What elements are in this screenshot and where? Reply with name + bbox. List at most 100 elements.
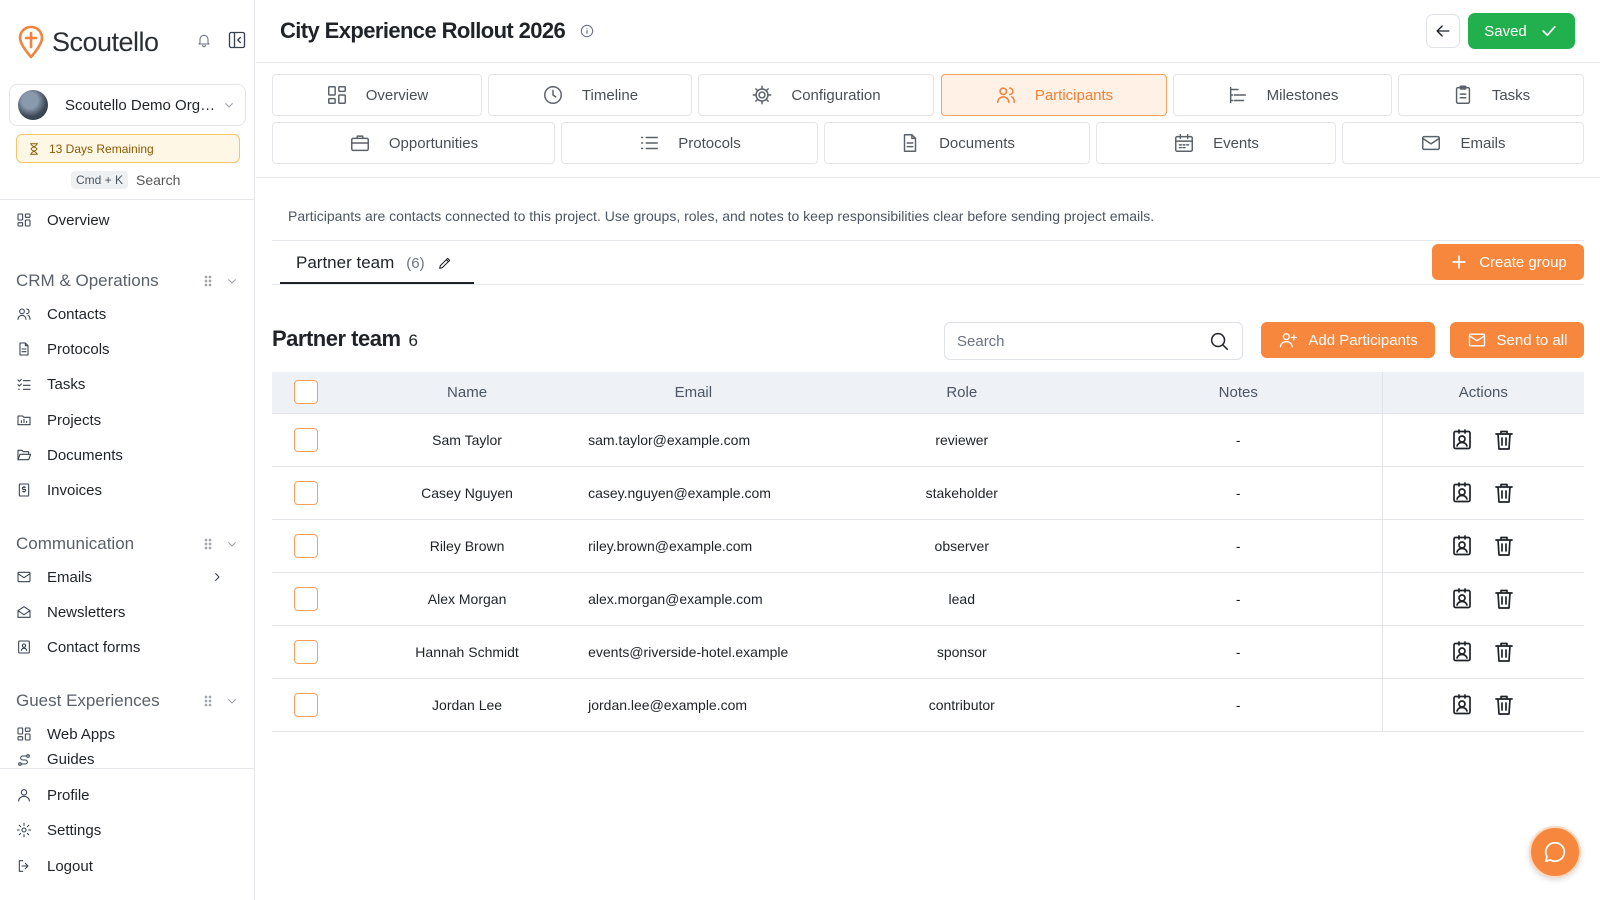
sidebar-item-contact-forms[interactable]: Contact forms	[16, 633, 240, 661]
contact-card-icon[interactable]	[1450, 587, 1474, 611]
sidebar-item-invoices[interactable]: Invoices	[16, 476, 240, 504]
section-guest-experiences[interactable]: Guest Experiences	[16, 688, 240, 714]
org-switcher[interactable]: Scoutello Demo Organization	[9, 84, 246, 126]
participant-notes: -	[1094, 519, 1383, 573]
row-checkbox[interactable]	[294, 533, 318, 558]
tab-timeline[interactable]: Timeline	[488, 74, 692, 116]
tab-label: Opportunities	[388, 134, 479, 152]
trash-icon[interactable]	[1492, 428, 1516, 452]
tab-configuration[interactable]: Configuration	[698, 74, 934, 116]
chevron-down-icon[interactable]	[224, 536, 240, 552]
tab-milestones[interactable]: Milestones	[1173, 74, 1392, 116]
participant-email: casey.nguyen@example.com	[558, 466, 829, 520]
logo-pin-icon	[18, 25, 44, 59]
trash-icon[interactable]	[1492, 534, 1516, 558]
contact-card-icon[interactable]	[1450, 534, 1474, 558]
tab-opportunities[interactable]: Opportunities	[272, 122, 555, 164]
drag-handle-icon[interactable]	[200, 693, 216, 709]
trash-icon[interactable]	[1492, 481, 1516, 505]
sidebar-item-tasks[interactable]: Tasks	[16, 370, 240, 398]
sidebar-item-label: Documents	[47, 446, 123, 464]
row-checkbox[interactable]	[294, 639, 318, 664]
column-header-role[interactable]: Role	[828, 372, 1095, 414]
divider	[0, 199, 255, 200]
info-icon[interactable]	[579, 23, 595, 39]
sidebar-item-web-apps[interactable]: Web Apps	[16, 720, 240, 748]
trash-icon[interactable]	[1492, 640, 1516, 664]
route-icon	[18, 754, 30, 766]
saved-button[interactable]: Saved	[1468, 13, 1575, 49]
send-to-all-button[interactable]: Send to all	[1450, 322, 1584, 358]
participants-description: Participants are contacts connected to t…	[288, 208, 1155, 224]
tab-events[interactable]: Events	[1096, 122, 1336, 164]
sidebar-search[interactable]: Cmd + K Search	[71, 171, 180, 189]
column-header-name[interactable]: Name	[376, 372, 559, 414]
table-row[interactable]: Casey Nguyen casey.nguyen@example.com st…	[272, 466, 1584, 520]
bell-icon[interactable]	[196, 32, 212, 48]
chat-button[interactable]	[1529, 826, 1581, 878]
table-row[interactable]: Alex Morgan alex.morgan@example.com lead…	[272, 572, 1584, 626]
main-content: City Experience Rollout 2026 Saved Overv…	[256, 0, 1600, 900]
participant-email: events@riverside-hotel.example	[558, 625, 829, 679]
add-participants-button[interactable]: Add Participants	[1261, 322, 1435, 358]
column-header-email[interactable]: Email	[558, 372, 829, 414]
sidebar-item-profile[interactable]: Profile	[16, 781, 240, 809]
drag-handle-icon[interactable]	[200, 273, 216, 289]
column-header-notes[interactable]: Notes	[1094, 372, 1383, 414]
drag-handle-icon[interactable]	[200, 536, 216, 552]
sidebar-item-logout[interactable]: Logout	[16, 852, 240, 880]
tab-documents[interactable]: Documents	[824, 122, 1090, 164]
row-checkbox[interactable]	[294, 427, 318, 452]
sidebar-item-settings[interactable]: Settings	[16, 816, 240, 844]
collapse-sidebar-icon[interactable]	[227, 30, 247, 50]
chevron-down-icon[interactable]	[224, 273, 240, 289]
group-tab-partner-team[interactable]: Partner team (6)	[280, 244, 474, 284]
column-header-actions: Actions	[1381, 372, 1584, 414]
tab-tasks[interactable]: Tasks	[1398, 74, 1584, 116]
tab-protocols[interactable]: Protocols	[561, 122, 818, 164]
sidebar-item-guides[interactable]: Guides	[16, 748, 240, 768]
contact-card-icon[interactable]	[1450, 640, 1474, 664]
sidebar-item-newsletters[interactable]: Newsletters	[16, 598, 240, 626]
contact-card-icon[interactable]	[1450, 481, 1474, 505]
trash-icon[interactable]	[1492, 693, 1516, 717]
table-row[interactable]: Hannah Schmidt events@riverside-hotel.ex…	[272, 625, 1584, 679]
tab-participants[interactable]: Participants	[941, 74, 1167, 116]
row-checkbox[interactable]	[294, 586, 318, 611]
contact-card-icon[interactable]	[1450, 693, 1474, 717]
sidebar-item-protocols[interactable]: Protocols	[16, 335, 240, 363]
participant-search[interactable]	[944, 322, 1243, 360]
sidebar-item-overview[interactable]: Overview	[16, 206, 240, 234]
chevron-down-icon[interactable]	[224, 693, 240, 709]
table-title-text: Partner team	[272, 326, 401, 351]
sidebar-item-contacts[interactable]: Contacts	[16, 300, 240, 328]
select-all-checkbox[interactable]	[294, 380, 318, 405]
search-icon[interactable]	[1208, 330, 1230, 352]
sidebar-item-projects[interactable]: Projects	[16, 406, 240, 434]
table-row[interactable]: Sam Taylor sam.taylor@example.com review…	[272, 413, 1584, 467]
sidebar-item-label: Invoices	[47, 481, 103, 499]
section-communication[interactable]: Communication	[16, 531, 240, 557]
logo[interactable]: Scoutello	[18, 24, 246, 60]
participant-notes: -	[1094, 678, 1383, 732]
participant-role: observer	[828, 519, 1095, 573]
pencil-icon[interactable]	[437, 255, 453, 271]
sidebar-item-emails[interactable]: Emails	[16, 563, 240, 591]
contact-card-icon[interactable]	[1450, 428, 1474, 452]
sidebar-item-documents[interactable]: Documents	[16, 441, 240, 469]
tab-emails[interactable]: Emails	[1342, 122, 1584, 164]
org-avatar	[18, 90, 48, 120]
back-button[interactable]	[1426, 14, 1460, 48]
tab-overview[interactable]: Overview	[272, 74, 482, 116]
tab-label: Configuration	[791, 86, 881, 104]
folder-icon	[17, 415, 31, 426]
table-row[interactable]: Jordan Lee jordan.lee@example.com contri…	[272, 678, 1584, 732]
create-group-button[interactable]: Create group	[1432, 244, 1584, 280]
row-checkbox[interactable]	[294, 480, 318, 505]
row-checkbox[interactable]	[294, 692, 318, 717]
section-crm-operations[interactable]: CRM & Operations	[16, 268, 240, 294]
search-input[interactable]	[957, 332, 1208, 350]
table-row[interactable]: Riley Brown riley.brown@example.com obse…	[272, 519, 1584, 573]
trash-icon[interactable]	[1492, 587, 1516, 611]
chat-bubble-icon	[1544, 841, 1566, 863]
